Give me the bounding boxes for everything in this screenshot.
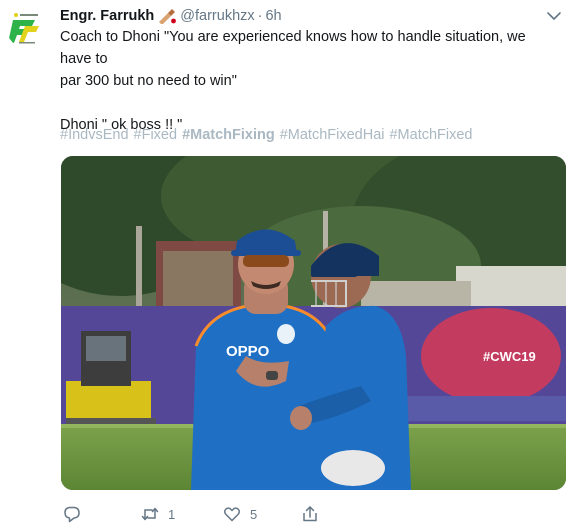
hashtag-link[interactable]: #MatchFixedHai [280, 127, 385, 143]
like-button[interactable]: 5 [222, 502, 257, 526]
hashtag-link[interactable]: #Fixed [134, 127, 178, 143]
share-icon [300, 504, 320, 524]
tweet-header: Engr. Farrukh @farrukhzx · 6h [60, 6, 282, 26]
tweet-text: Coach to Dhoni "You are experienced know… [60, 26, 560, 136]
author-handle[interactable]: @farrukhzx [180, 8, 254, 24]
tweet-text-line: par 300 but no need to win" [60, 73, 237, 89]
share-button[interactable] [300, 502, 320, 526]
tweet-media-photo[interactable]: #CWC19 OPPO [61, 156, 566, 490]
tweet-timestamp[interactable]: 6h [265, 8, 281, 24]
avatar[interactable] [6, 6, 48, 48]
hashtag-list: #IndvsEnd #Fixed #MatchFixing #MatchFixedHa… [60, 125, 478, 145]
retweet-button[interactable]: 1 [140, 502, 175, 526]
hashtag-link[interactable]: #MatchFixing [182, 127, 275, 143]
reply-button[interactable] [62, 502, 90, 526]
hashtag-link[interactable]: #IndvsEnd [60, 127, 129, 143]
author-name[interactable]: Engr. Farrukh [60, 8, 154, 24]
tweet-card[interactable]: Engr. Farrukh @farrukhzx · 6h Coach to D… [0, 0, 570, 530]
hashtag-link[interactable]: #MatchFixed [389, 127, 472, 143]
cricket-bat-icon [157, 8, 177, 24]
tweet-actions: 1 5 [60, 502, 560, 526]
reply-icon [62, 504, 82, 524]
board-text: #CWC19 [483, 349, 536, 364]
retweet-icon [140, 504, 160, 524]
heart-icon [222, 504, 242, 524]
chevron-down-icon[interactable] [546, 10, 562, 22]
like-count: 5 [250, 506, 258, 522]
separator-dot: · [257, 8, 263, 24]
retweet-count: 1 [168, 506, 176, 522]
tweet-text-line: Coach to Dhoni "You are experienced know… [60, 29, 526, 67]
